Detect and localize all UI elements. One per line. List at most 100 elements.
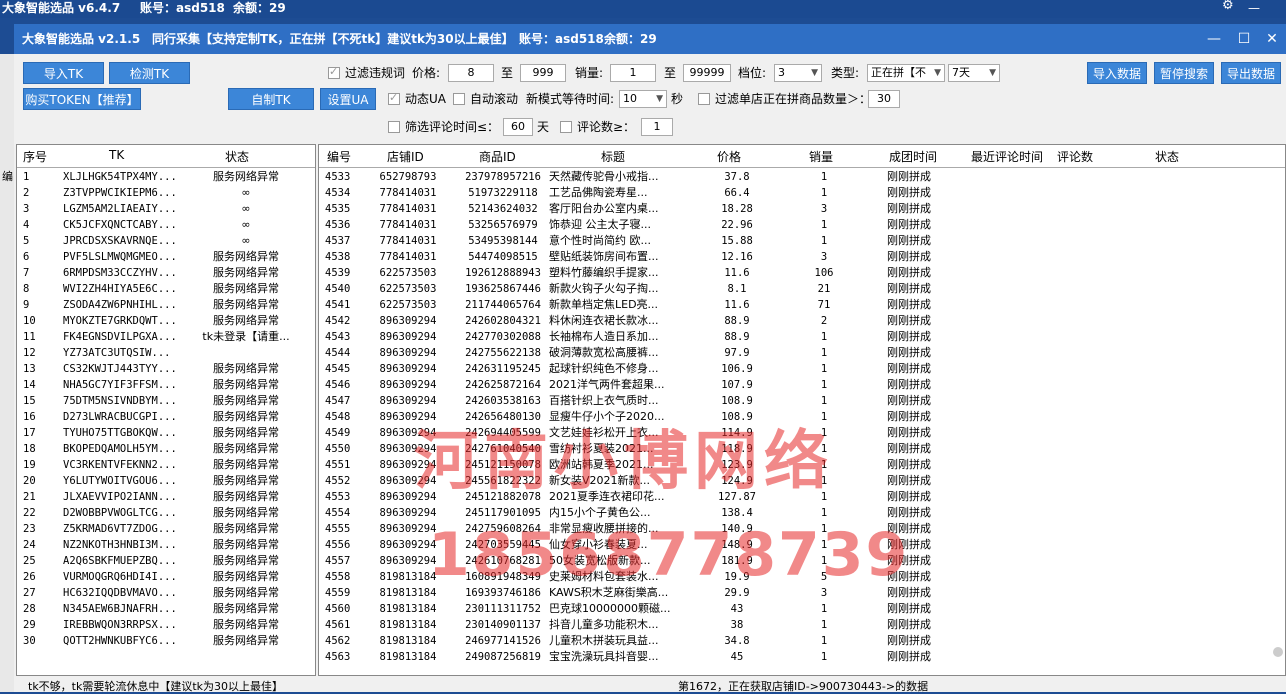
table-row[interactable]: 4537 778414031 53495398144 意个性时尚简约 欧... 15.8…	[319, 233, 1285, 249]
table-row[interactable]: 4563 819813184 249087256819 宝宝洗澡玩具抖音婴... 45 1…	[319, 649, 1285, 665]
wait-time-select[interactable]: 10 ▼	[619, 90, 667, 108]
table-row[interactable]: 10 MYOKZTE7GRKDQWT... 服务网络异常	[17, 313, 315, 329]
title-cell: 意个性时尚简约 欧...	[549, 234, 651, 247]
table-row[interactable]: 4560 819813184 230111311752 巴克球10000000颗磁..…	[319, 601, 1285, 617]
goods-id-cell: 4556	[325, 539, 351, 551]
table-row[interactable]: 4547 896309294 242603538163 百搭针织上衣气质时... 108…	[319, 393, 1285, 409]
table-row[interactable]: 14 NHA5GC7YIF3FFSM... 服务网络异常	[17, 377, 315, 393]
table-row[interactable]: 6 PVF5LSLMWQMGMEO... 服务网络异常	[17, 249, 315, 265]
table-row[interactable]: 4562 819813184 246977141526 儿童积木拼装玩具益... 34.…	[319, 633, 1285, 649]
store-id-cell: 778414031	[379, 219, 437, 231]
price-max-input[interactable]: 999	[520, 64, 566, 82]
group-time-cell: 刚刚拼成	[887, 362, 931, 375]
table-row[interactable]: 3 LGZM5AM2LIAEAIY... ∞	[17, 201, 315, 217]
table-row[interactable]: 4541 622573503 211744065764 新款单档定焦LED亮... 11…	[319, 297, 1285, 313]
table-row[interactable]: 17 TYUHO75TTGBOKQW... 服务网络异常	[17, 425, 315, 441]
set-ua-button[interactable]: 设置UA	[320, 88, 376, 110]
review-days-input[interactable]: 60	[503, 118, 533, 136]
table-row[interactable]: 25 A2Q6SBKFMUEPZBQ... 服务网络异常	[17, 553, 315, 569]
table-row[interactable]: 28 N345AEW6BJNAFRH... 服务网络异常	[17, 601, 315, 617]
table-row[interactable]: 8 WVI2ZH4HIYA5E6C... 服务网络异常	[17, 281, 315, 297]
product-id-cell: 54474098515	[468, 251, 538, 263]
table-row[interactable]: 4534 778414031 51973229118 工艺品佛陶瓷寿星... 66.4 1…	[319, 185, 1285, 201]
table-row[interactable]: 4533 652798793 237978957216 天然藏传驼骨小戒指... 37.…	[319, 169, 1285, 185]
sales-cell: 1	[820, 379, 828, 391]
sales-max-input[interactable]: 99999	[683, 64, 731, 82]
tk-value-cell: N345AEW6BJNAFRH...	[63, 603, 175, 615]
title-cell: 壁贴纸装饰房间布置...	[549, 250, 659, 263]
price-cell: 66.4	[724, 187, 750, 199]
tk-index-cell: 9	[23, 299, 30, 311]
minimize-icon[interactable]: —	[1200, 24, 1228, 54]
table-row[interactable]: 9 ZSODA4ZW6PNHIHL... 服务网络异常	[17, 297, 315, 313]
custom-tk-button[interactable]: 自制TK	[228, 88, 314, 110]
table-row[interactable]: 4544 896309294 242755622138 破洞薄款宽松高腰裤... 97.…	[319, 345, 1285, 361]
pause-search-button[interactable]: 暂停搜索	[1154, 62, 1214, 84]
table-row[interactable]: 20 Y6LUTYWOITVGOU6... 服务网络异常	[17, 473, 315, 489]
table-row[interactable]: 4554 896309294 245117901095 内15小个子黄色公... 138…	[319, 505, 1285, 521]
price-cell: 8.1	[727, 283, 747, 295]
store-id-cell: 896309294	[379, 395, 437, 407]
type-select[interactable]: 正在拼【不 ▼	[867, 64, 945, 82]
table-row[interactable]: 4539 622573503 192612888943 塑料竹藤编织手提家... 11.…	[319, 265, 1285, 281]
table-row[interactable]: 4 CK5JCFXQNCTCABY... ∞	[17, 217, 315, 233]
inner-account: 账号：asd518	[519, 32, 604, 46]
table-row[interactable]: 4561 819813184 230140901137 抖音儿童多功能积木... 38 1…	[319, 617, 1285, 633]
inner-mode-text: 同行采集【支持定制TK，正在拼【不死tk】建议tk为30以上最佳】	[152, 32, 514, 46]
tk-index-cell: 28	[23, 603, 36, 615]
tk-status-cell: tk未登录【请重...	[202, 330, 290, 343]
scroll-handle[interactable]	[1273, 647, 1283, 657]
table-row[interactable]: 23 Z5KRMAD6VT7ZDOG... 服务网络异常	[17, 521, 315, 537]
sales-label: 销量:	[575, 66, 604, 80]
buy-token-button[interactable]: 购买TOKEN【推荐】	[23, 88, 141, 110]
table-row[interactable]: 30 QOTT2HWNKUBFYC6... 服务网络异常	[17, 633, 315, 649]
table-row[interactable]: 19 VC3RKENTVFEKNN2... 服务网络异常	[17, 457, 315, 473]
sales-min-input[interactable]: 1	[610, 64, 656, 82]
table-row[interactable]: 12 YZ73ATC3UTQSIW...	[17, 345, 315, 361]
table-row[interactable]: 5 JPRCDSXSKAVRNQE... ∞	[17, 233, 315, 249]
price-min-input[interactable]: 8	[448, 64, 494, 82]
tier-select[interactable]: 3 ▼	[774, 64, 822, 82]
tk-value-cell: Z5KRMAD6VT7ZDOG...	[63, 523, 175, 535]
table-row[interactable]: 4542 896309294 242602804321 料休闲连衣裙长款冰... 88.…	[319, 313, 1285, 329]
table-row[interactable]: 24 NZ2NKOTH3HNBI3M... 服务网络异常	[17, 537, 315, 553]
settings-icon[interactable]: ⚙	[1222, 0, 1234, 14]
table-row[interactable]: 27 HC632IQQDBVMAVO... 服务网络异常	[17, 585, 315, 601]
sales-to-label: 至	[664, 66, 677, 80]
table-row[interactable]: 26 VURMOQGRQ6HDI4I... 服务网络异常	[17, 569, 315, 585]
export-data-button[interactable]: 导出数据	[1221, 62, 1281, 84]
goods-id-cell: 4549	[325, 427, 351, 439]
tk-status-cell: 服务网络异常	[213, 314, 279, 327]
watermark-phone: 18568778739	[428, 520, 910, 590]
days-select[interactable]: 7天 ▼	[948, 64, 1000, 82]
table-row[interactable]: 11 FK4EGNSDVILPGXA... tk未登录【请重...	[17, 329, 315, 345]
import-tk-button[interactable]: 导入TK	[23, 62, 104, 84]
table-row[interactable]: 4538 778414031 54474098515 壁贴纸装饰房间布置... 12.1…	[319, 249, 1285, 265]
table-row[interactable]: 18 BKOPEDQAMOLH5YM... 服务网络异常	[17, 441, 315, 457]
table-row[interactable]: 13 CS32KWJTJ443TYY... 服务网络异常	[17, 361, 315, 377]
maximize-icon[interactable]: ☐	[1230, 24, 1258, 54]
table-row[interactable]: 29 IREBBWQON3RRPSX... 服务网络异常	[17, 617, 315, 633]
table-row[interactable]: 4540 622573503 193625867446 新款火钩子火勾子掏... 8.1…	[319, 281, 1285, 297]
table-row[interactable]: 15 75DTM5NSIVNDBYM... 服务网络异常	[17, 393, 315, 409]
table-row[interactable]: 2 Z3TVPPWCIKIEPM6... ∞	[17, 185, 315, 201]
table-row[interactable]: 16 D273LWRACBUCGPI... 服务网络异常	[17, 409, 315, 425]
review-count-input[interactable]: 1	[641, 118, 673, 136]
table-row[interactable]: 1 XLJLHGK54TPX4MY... 服务网络异常	[17, 169, 315, 185]
sales-cell: 106	[814, 267, 834, 279]
close-icon[interactable]: ✕	[1258, 24, 1286, 54]
table-row[interactable]: 7 6RMPDSM33CCZYHV... 服务网络异常	[17, 265, 315, 281]
store-count-input[interactable]: 30	[868, 90, 900, 108]
check-tk-button[interactable]: 检测TK	[109, 62, 190, 84]
table-row[interactable]: 4536 778414031 53256576979 饰恭迎 公主太子寝... 22.9…	[319, 217, 1285, 233]
tk-status-cell: 服务网络异常	[213, 282, 279, 295]
watermark-text: 河南小博网络	[414, 425, 834, 499]
outer-minimize-icon[interactable]: —	[1248, 0, 1260, 16]
import-data-button[interactable]: 导入数据	[1087, 62, 1147, 84]
table-row[interactable]: 4535 778414031 52143624032 客厅阳台办公室内桌... 18.2…	[319, 201, 1285, 217]
table-row[interactable]: 4545 896309294 242631195245 起球针织纯色不修身... 106…	[319, 361, 1285, 377]
table-row[interactable]: 22 D2WOBBPVWOGLTCG... 服务网络异常	[17, 505, 315, 521]
table-row[interactable]: 21 JLXAEVVIPO2IANN... 服务网络异常	[17, 489, 315, 505]
table-row[interactable]: 4546 896309294 242625872164 2021洋气两件套超果... 1…	[319, 377, 1285, 393]
table-row[interactable]: 4543 896309294 242770302088 长袖棉布人造日系加... 88.…	[319, 329, 1285, 345]
